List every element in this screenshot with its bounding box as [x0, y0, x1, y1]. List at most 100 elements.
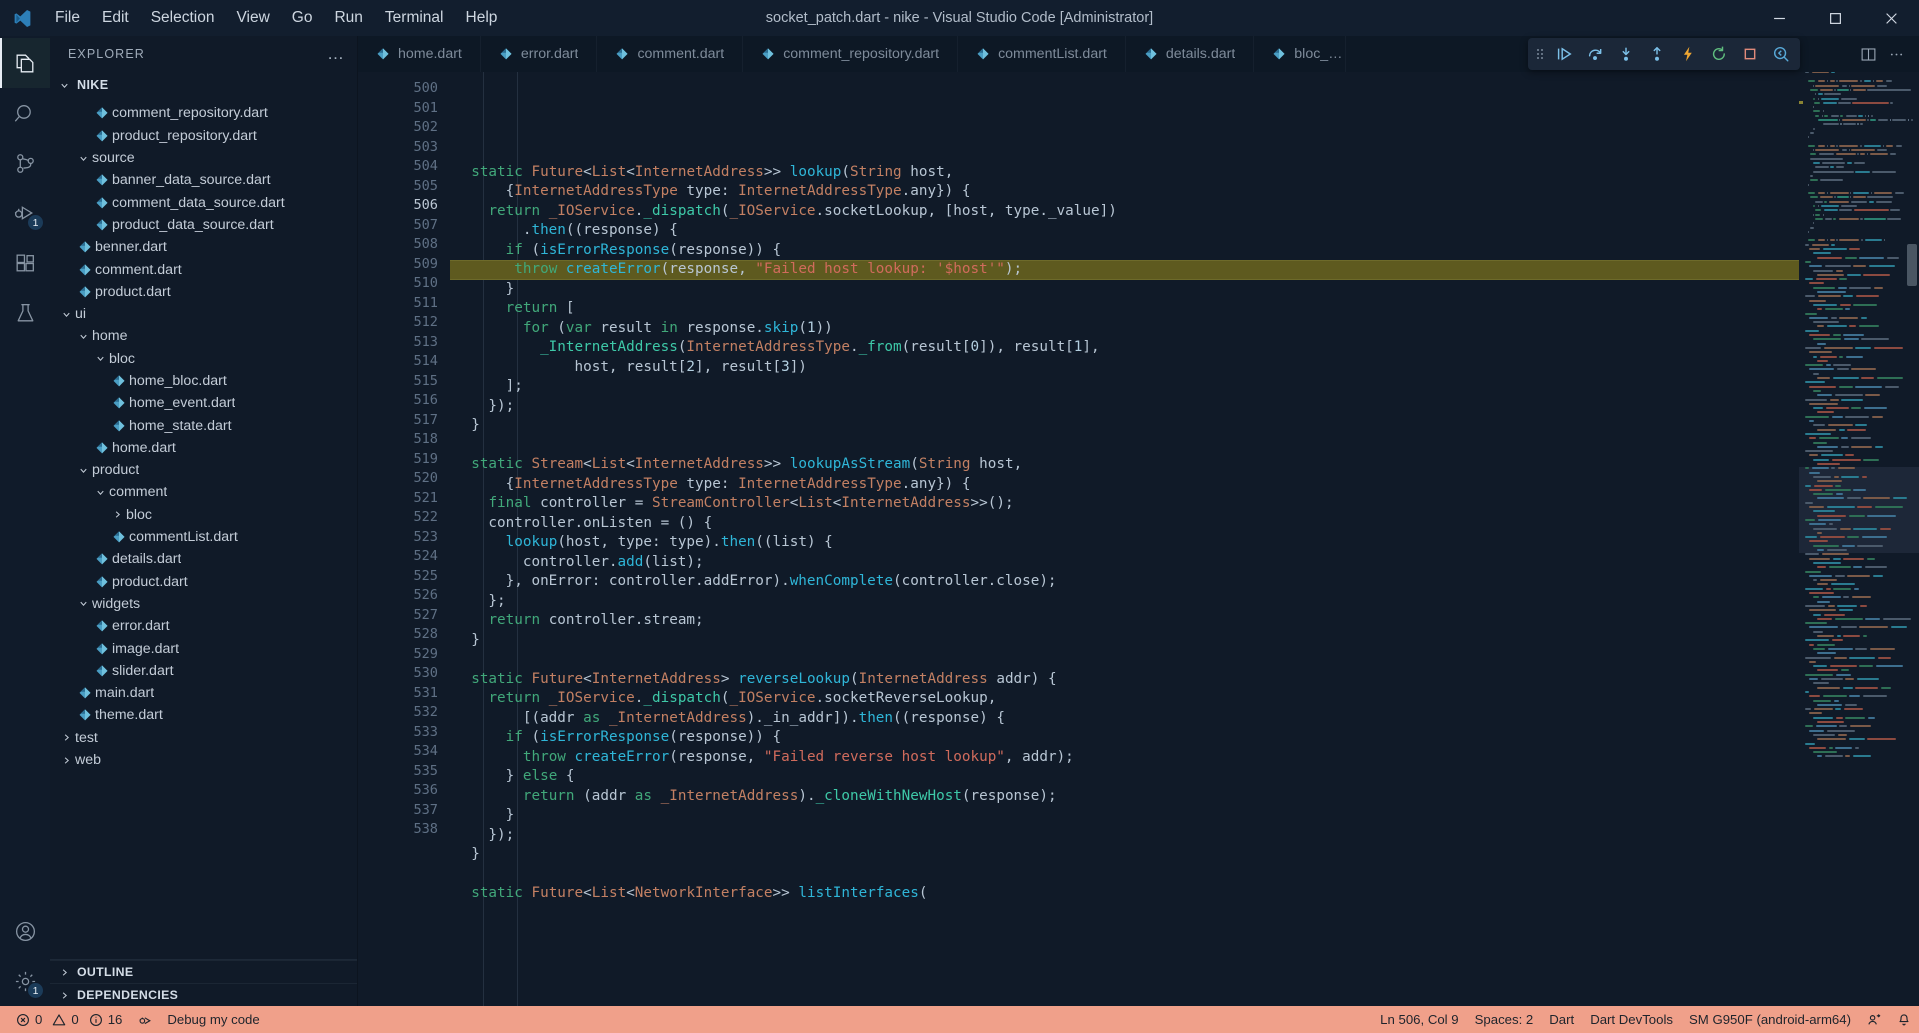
code-line[interactable] — [450, 650, 1799, 670]
tree-folder-row[interactable]: source — [50, 147, 357, 169]
remote-account-status[interactable] — [1859, 1006, 1889, 1033]
sidebar-more-actions-icon[interactable]: … — [327, 45, 345, 62]
tree-folder-row[interactable]: ui — [50, 303, 357, 325]
code-line[interactable]: .then((response) { — [450, 221, 1799, 241]
tree-folder-row[interactable]: bloc — [50, 504, 357, 526]
menu-edit[interactable]: Edit — [91, 4, 140, 32]
code-line[interactable]: } else { — [450, 767, 1799, 787]
code-line[interactable]: _InternetAddress(InternetAddressType._fr… — [450, 338, 1799, 358]
code-line[interactable]: throw createError(response, "Failed reve… — [450, 748, 1799, 768]
problems-status[interactable]: 0 0 16 — [8, 1006, 130, 1033]
activity-search[interactable] — [0, 88, 50, 138]
activity-manage-settings[interactable]: 1 — [0, 956, 50, 1006]
tree-file-row[interactable]: main.dart — [50, 682, 357, 704]
code-line[interactable]: if (isErrorResponse(response)) { — [450, 241, 1799, 261]
hot-restart-button[interactable] — [1704, 40, 1734, 68]
activity-extensions[interactable] — [0, 238, 50, 288]
menu-selection[interactable]: Selection — [140, 4, 226, 32]
code-line[interactable]: host, result[2], result[3]) — [450, 358, 1799, 378]
tree-folder-row[interactable]: product — [50, 459, 357, 481]
code-line[interactable]: return controller.stream; — [450, 611, 1799, 631]
tree-file-row[interactable]: comment_repository.dart — [50, 102, 357, 124]
activity-testing[interactable] — [0, 288, 50, 338]
code-line[interactable]: controller.add(list); — [450, 553, 1799, 573]
code-line[interactable] — [450, 143, 1799, 163]
code-line[interactable]: } — [450, 280, 1799, 300]
code-line[interactable]: static Stream<List<InternetAddress>> loo… — [450, 455, 1799, 475]
editor-tab[interactable]: commentList.dart — [958, 36, 1126, 72]
panel-dependencies[interactable]: DEPENDENCIES — [50, 983, 357, 1006]
close-button[interactable] — [1863, 0, 1919, 36]
editor-tab[interactable]: home.dart — [358, 36, 481, 72]
hot-reload-button[interactable] — [1673, 40, 1703, 68]
menu-view[interactable]: View — [225, 4, 280, 32]
code-line[interactable]: } — [450, 416, 1799, 436]
debug-session-status[interactable]: Debug my code — [130, 1006, 267, 1033]
scrollbar-thumb[interactable] — [1907, 244, 1917, 286]
code-line[interactable]: for (var result in response.skip(1)) — [450, 319, 1799, 339]
tree-file-row[interactable]: home_state.dart — [50, 414, 357, 436]
code-editor[interactable]: 500 501 502 503 504 505 506 507 508 509 510 511 512 5… — [358, 72, 1919, 1006]
tree-folder-row[interactable]: comment — [50, 481, 357, 503]
tree-file-row[interactable]: details.dart — [50, 548, 357, 570]
editor-tab[interactable]: error.dart — [480, 36, 598, 72]
code-line[interactable]: return _IOService._dispatch(_IOService.s… — [450, 202, 1799, 222]
indentation-status[interactable]: Spaces: 2 — [1467, 1006, 1542, 1033]
code-line[interactable]: final controller = StreamController<List… — [450, 494, 1799, 514]
editor-tab[interactable]: details.dart — [1125, 36, 1255, 72]
tree-file-row[interactable]: comment_data_source.dart — [50, 191, 357, 213]
tree-folder-row[interactable]: home — [50, 325, 357, 347]
editor-tab[interactable]: comment_repository.dart — [743, 36, 959, 72]
code-line[interactable] — [450, 865, 1799, 885]
split-editor-icon[interactable] — [1855, 39, 1881, 69]
tree-folder-row[interactable]: bloc — [50, 348, 357, 370]
menu-help[interactable]: Help — [455, 4, 509, 32]
tree-file-row[interactable]: product_repository.dart — [50, 125, 357, 147]
tree-file-row[interactable]: error.dart — [50, 615, 357, 637]
step-into-button[interactable] — [1611, 40, 1641, 68]
tree-file-row[interactable]: banner_data_source.dart — [50, 169, 357, 191]
tree-file-row[interactable]: slider.dart — [50, 660, 357, 682]
minimap[interactable] — [1799, 72, 1919, 1006]
code-line[interactable]: return (addr as _InternetAddress)._clone… — [450, 787, 1799, 807]
step-over-button[interactable] — [1580, 40, 1610, 68]
code-line[interactable]: static Future<List<NetworkInterface>> li… — [450, 884, 1799, 904]
device-status[interactable]: SM G950F (android-arm64) — [1681, 1006, 1859, 1033]
code-line[interactable]: }; — [450, 592, 1799, 612]
activity-explorer[interactable] — [0, 38, 50, 88]
tree-file-row[interactable]: product.dart — [50, 281, 357, 303]
tree-folder-row[interactable]: test — [50, 727, 357, 749]
cursor-position-status[interactable]: Ln 506, Col 9 — [1372, 1006, 1466, 1033]
tree-file-row[interactable]: product_data_source.dart — [50, 214, 357, 236]
menu-go[interactable]: Go — [281, 4, 324, 32]
minimize-button[interactable] — [1751, 0, 1807, 36]
tree-file-row[interactable]: home_event.dart — [50, 392, 357, 414]
tree-file-row[interactable]: comment.dart — [50, 258, 357, 280]
code-line[interactable]: [(addr as _InternetAddress)._in_addr]).t… — [450, 709, 1799, 729]
tree-file-row[interactable]: banner_repository.dart — [50, 98, 357, 102]
editor-tab[interactable]: bloc_bloc — [1254, 36, 1347, 72]
panel-outline[interactable]: OUTLINE — [50, 960, 357, 983]
stop-button[interactable] — [1735, 40, 1765, 68]
activity-accounts[interactable] — [0, 906, 50, 956]
code-line[interactable]: }); — [450, 826, 1799, 846]
code-line[interactable]: } — [450, 806, 1799, 826]
more-actions-icon[interactable] — [1883, 39, 1909, 69]
devtools-status[interactable]: Dart DevTools — [1582, 1006, 1681, 1033]
code-line[interactable]: } — [450, 631, 1799, 651]
language-mode-status[interactable]: Dart — [1541, 1006, 1582, 1033]
code-line[interactable]: {InternetAddressType type: InternetAddre… — [450, 475, 1799, 495]
code-line[interactable]: return [ — [450, 299, 1799, 319]
editor-scrollbar[interactable] — [1905, 72, 1919, 1006]
tree-file-row[interactable]: theme.dart — [50, 704, 357, 726]
notifications-status[interactable] — [1889, 1006, 1919, 1033]
activity-source-control[interactable] — [0, 138, 50, 188]
code-line[interactable]: static Future<List<InternetAddress>> loo… — [450, 163, 1799, 183]
tree-file-row[interactable]: commentList.dart — [50, 526, 357, 548]
menu-run[interactable]: Run — [323, 4, 373, 32]
file-tree-scroll[interactable]: banner_repository.dart comment_repository… — [50, 98, 357, 959]
tree-folder-row[interactable]: web — [50, 749, 357, 771]
code-line[interactable]: return _IOService._dispatch(_IOService.s… — [450, 689, 1799, 709]
code-line[interactable]: lookup(host, type: type).then((list) { — [450, 533, 1799, 553]
code-line[interactable]: if (isErrorResponse(response)) { — [450, 728, 1799, 748]
